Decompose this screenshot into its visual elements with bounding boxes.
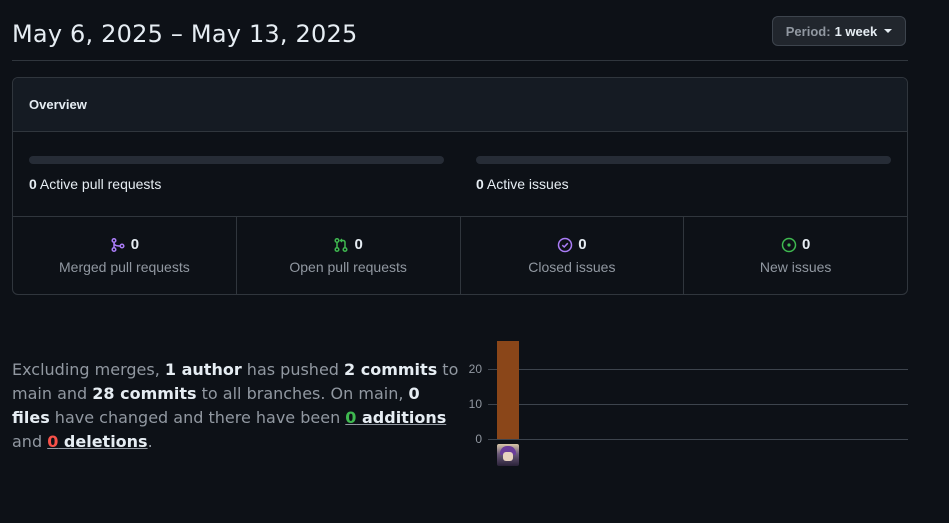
authors-count: 1 author <box>164 360 242 379</box>
active-issues-count: 0 <box>476 176 484 192</box>
gridline <box>488 439 908 440</box>
all-commits-count: 28 commits <box>92 384 197 403</box>
commit-summary: Excluding merges, 1 author has pushed 2 … <box>12 358 462 454</box>
period-dropdown-button[interactable]: Period: 1 week <box>772 16 906 46</box>
overview-stats-row: 0 Merged pull requests 0 Open pull reque… <box>13 217 907 294</box>
active-prs-label[interactable]: 0 Active pull requests <box>29 176 444 192</box>
y-tick-label: 10 <box>468 397 482 411</box>
active-issues-block: 0 Active issues <box>476 156 891 192</box>
deletions-count: 0 <box>47 432 59 451</box>
open-prs-label: Open pull requests <box>289 259 407 275</box>
active-issues-text: Active issues <box>486 176 569 192</box>
summary-text: have changed and there have been <box>49 408 346 427</box>
deletions-link[interactable]: 0 deletions <box>47 432 147 451</box>
new-issues-count: 0 <box>801 236 811 253</box>
active-issues-label[interactable]: 0 Active issues <box>476 176 891 192</box>
deletions-word: deletions <box>58 432 148 451</box>
active-prs-count: 0 <box>29 176 37 192</box>
summary-text: has pushed <box>241 360 345 379</box>
merged-prs-label: Merged pull requests <box>59 259 190 275</box>
stat-merged-prs[interactable]: 0 Merged pull requests <box>13 217 237 294</box>
additions-link[interactable]: 0 additions <box>345 408 446 427</box>
header-divider <box>12 60 908 61</box>
merge-icon <box>111 237 125 252</box>
caret-down-icon <box>884 29 893 33</box>
stat-open-prs[interactable]: 0 Open pull requests <box>237 217 461 294</box>
overview-progress-section: 0 Active pull requests 0 Active issues <box>13 132 907 217</box>
y-tick-label: 0 <box>475 432 482 446</box>
summary-text: . <box>147 432 153 451</box>
page-title: May 6, 2025 – May 13, 2025 <box>12 20 358 48</box>
new-issues-label: New issues <box>759 259 832 275</box>
period-label: Period: <box>785 23 831 39</box>
additions-count: 0 <box>345 408 357 427</box>
y-tick-label: 20 <box>468 362 482 376</box>
closed-issues-label: Closed issues <box>528 259 616 275</box>
open-prs-count: 0 <box>354 236 363 253</box>
closed-issues-count: 0 <box>578 236 587 253</box>
stat-closed-issues[interactable]: 0 Closed issues <box>461 217 685 294</box>
gridline <box>488 369 908 370</box>
active-issues-progress-bar <box>476 156 891 164</box>
overview-header: Overview <box>13 78 907 132</box>
issue-closed-icon <box>557 237 573 252</box>
summary-text: to all branches. On main, <box>196 384 409 403</box>
additions-word: additions <box>356 408 447 427</box>
active-prs-progress-bar <box>29 156 444 164</box>
contributors-bar-chart: 0 10 20 <box>462 330 908 470</box>
stat-new-issues[interactable]: 0 New issues <box>684 217 907 294</box>
gridline <box>488 404 908 405</box>
summary-text: and <box>12 432 48 451</box>
overview-title: Overview <box>29 97 87 112</box>
period-value: 1 week <box>834 23 878 39</box>
merged-prs-count: 0 <box>130 236 140 253</box>
active-prs-text: Active pull requests <box>39 176 162 192</box>
overview-panel: Overview 0 Active pull requests 0 Active… <box>12 77 908 295</box>
author-avatar[interactable] <box>497 444 519 466</box>
issue-open-icon <box>781 237 797 252</box>
commit-bar[interactable] <box>497 341 519 439</box>
summary-text: Excluding merges, <box>12 360 165 379</box>
pull-request-icon <box>334 237 349 252</box>
active-prs-block: 0 Active pull requests <box>29 156 444 192</box>
main-commits-count: 2 commits <box>344 360 438 379</box>
